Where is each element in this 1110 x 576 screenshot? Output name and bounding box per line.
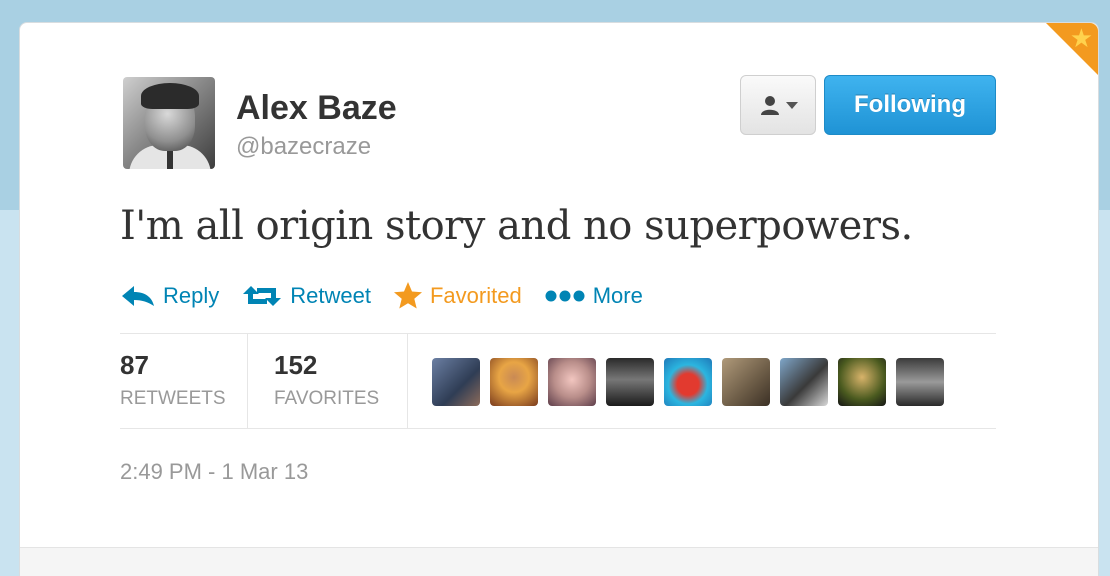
favoriter-avatar[interactable] [606, 358, 654, 406]
tweet-card: ★ Alex Baze @bazecraze Following I'm all… [19, 22, 1099, 576]
person-icon [761, 96, 779, 115]
favoriter-avatar[interactable] [838, 358, 886, 406]
reply-icon [122, 286, 154, 306]
tweet-actions: Reply Retweet Favorited More [120, 279, 665, 313]
retweet-icon [243, 286, 282, 306]
author-name[interactable]: Alex Baze [236, 89, 397, 128]
favoriter-avatar[interactable] [722, 358, 770, 406]
favoriter-avatar[interactable] [548, 358, 596, 406]
tweet-stats: 87 RETWEETS 152 FAVORITES [120, 333, 996, 429]
favoriter-avatar[interactable] [896, 358, 944, 406]
star-icon: ★ [1069, 24, 1093, 54]
retweets-count: 87 [120, 350, 149, 380]
favoriter-avatar[interactable] [432, 358, 480, 406]
reply-action[interactable]: Reply [120, 283, 219, 309]
favoriter-avatars [432, 358, 944, 406]
chevron-down-icon [786, 101, 798, 109]
star-icon [393, 282, 422, 309]
favorites-count: 152 [274, 350, 318, 380]
retweet-action[interactable]: Retweet [241, 283, 371, 309]
favorites-stat[interactable]: 152 FAVORITES [248, 334, 408, 428]
retweet-label: Retweet [290, 283, 371, 308]
more-action[interactable]: More [544, 283, 643, 309]
author-handle[interactable]: @bazecraze [236, 133, 371, 161]
favorited-corner-badge: ★ [1046, 23, 1098, 75]
more-label: More [592, 283, 643, 308]
card-footer [20, 547, 1098, 576]
user-actions-dropdown-button[interactable] [740, 75, 816, 135]
retweets-stat[interactable]: 87 RETWEETS [120, 334, 248, 428]
more-dots-icon [545, 290, 585, 302]
favorite-action[interactable]: Favorited [393, 281, 522, 311]
tweet-timestamp[interactable]: 2:49 PM - 1 Mar 13 [120, 459, 308, 485]
avatar[interactable] [123, 77, 215, 169]
favoriter-avatar[interactable] [490, 358, 538, 406]
favoriter-avatar[interactable] [780, 358, 828, 406]
favoriter-avatar[interactable] [664, 358, 712, 406]
retweets-label: RETWEETS [120, 388, 226, 409]
following-button[interactable]: Following [824, 75, 996, 135]
favorited-label: Favorited [429, 283, 522, 308]
reply-label: Reply [163, 283, 220, 308]
tweet-text: I'm all origin story and no superpowers. [120, 203, 913, 249]
favorites-label: FAVORITES [274, 388, 380, 409]
